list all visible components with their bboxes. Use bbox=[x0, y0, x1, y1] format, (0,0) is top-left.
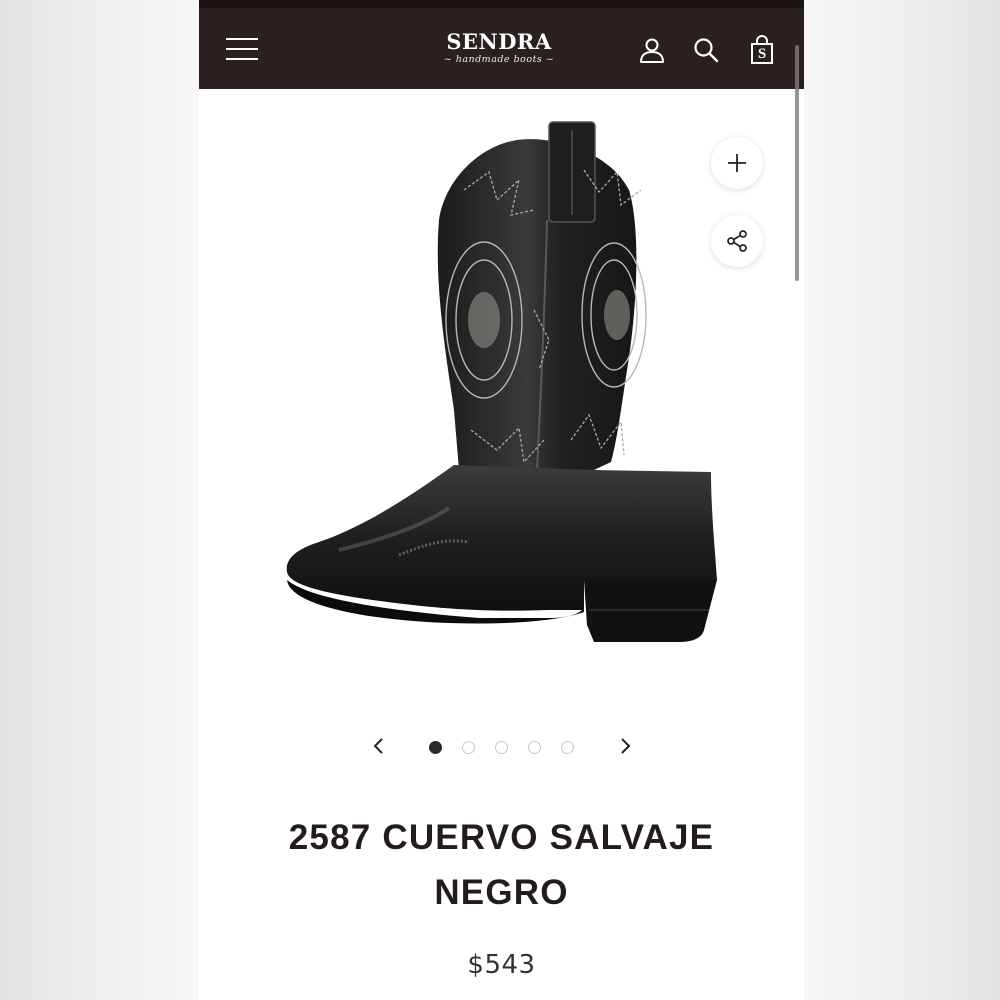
brand-name: SENDRA bbox=[446, 29, 552, 54]
chevron-left-icon[interactable] bbox=[369, 736, 389, 756]
brand-tagline: ~ handmade boots ~ bbox=[443, 54, 555, 65]
cart-badge: S bbox=[757, 46, 767, 62]
status-strip bbox=[199, 0, 804, 8]
share-icon bbox=[727, 230, 747, 252]
product-title: 2587 CUERVO SALVAJE NEGRO bbox=[288, 818, 715, 912]
carousel-dot[interactable] bbox=[528, 741, 541, 754]
mobile-page: SENDRA ~ handmade boots ~ S 2587 CUERVO … bbox=[199, 0, 804, 1000]
image-carousel-nav bbox=[199, 730, 804, 764]
scrollbar[interactable] bbox=[795, 45, 799, 281]
carousel-dot[interactable] bbox=[429, 741, 442, 754]
share-button[interactable] bbox=[711, 215, 763, 267]
site-header: SENDRA ~ handmade boots ~ S bbox=[199, 8, 804, 89]
carousel-dot[interactable] bbox=[462, 741, 475, 754]
account-icon[interactable] bbox=[637, 35, 667, 65]
brand-logo[interactable]: SENDRA ~ handmade boots ~ bbox=[419, 29, 579, 66]
cart-icon[interactable]: S bbox=[747, 35, 777, 65]
search-icon[interactable] bbox=[691, 35, 721, 65]
carousel-dot[interactable] bbox=[561, 741, 574, 754]
carousel-dot[interactable] bbox=[495, 741, 508, 754]
chevron-right-icon[interactable] bbox=[615, 736, 635, 756]
cowboy-boot-image[interactable] bbox=[249, 110, 729, 670]
product-price: $543 bbox=[467, 950, 536, 980]
menu-icon[interactable] bbox=[226, 37, 258, 61]
zoom-button[interactable] bbox=[711, 137, 763, 189]
plus-icon bbox=[728, 154, 746, 172]
